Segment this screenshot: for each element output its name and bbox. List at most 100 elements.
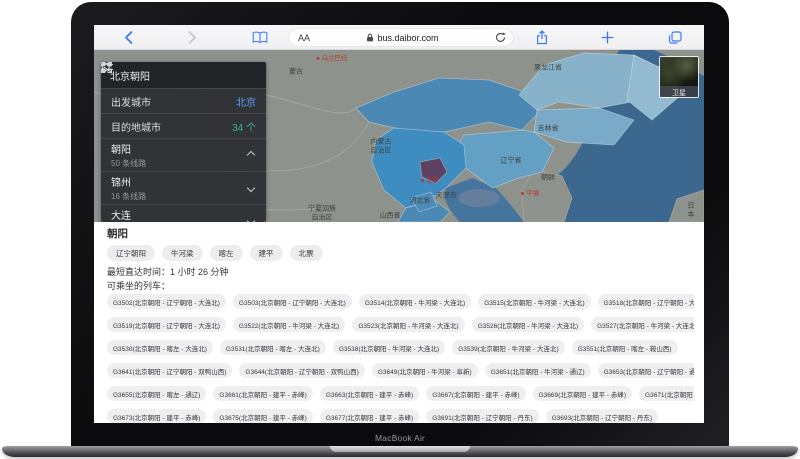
train-pill[interactable]: G3502(北京朝阳 - 辽宁朝阳 - 大连北): [107, 294, 226, 309]
train-pill[interactable]: G3538(北京朝阳 - 牛河梁 - 大连北): [332, 340, 446, 355]
city-text: 锦州 16 条线路: [111, 174, 146, 202]
satellite-view-toggle[interactable]: 卫星: [659, 56, 699, 98]
address-bar[interactable]: AA bus.daibor.com: [289, 29, 513, 46]
trains-label-text: 可乘坐的列车：: [107, 281, 171, 291]
train-row: G3530(北京朝阳 - 喀左 - 大连北) G3531(北京朝阳 - 喀左 - …: [107, 340, 694, 355]
destination-value: 34 个: [232, 122, 256, 134]
train-pill[interactable]: G3518(北京朝阳 - 辽宁朝阳 - 大连北): [597, 294, 694, 309]
sidebar-city-row[interactable]: 朝阳 50 条线路: [101, 138, 266, 171]
train-pill[interactable]: G3523(北京朝阳 - 牛河梁 - 大连北): [352, 317, 465, 332]
train-pill[interactable]: G3526(北京朝阳 - 牛河梁 - 大连北): [471, 317, 585, 332]
train-pill[interactable]: G3641(北京朝阳 - 辽宁朝阳 - 双鸭山西): [107, 363, 233, 378]
departure-value: 北京: [236, 97, 256, 109]
train-pill[interactable]: G3531(北京朝阳 - 喀左 - 大连北): [219, 340, 326, 355]
train-pill[interactable]: G3522(北京朝阳 - 牛河梁 - 大连北): [232, 317, 346, 332]
back-chevron-icon: [124, 31, 132, 44]
city-name: 大连: [111, 211, 131, 222]
departure-city-row[interactable]: 出发城市 北京: [101, 88, 266, 113]
city-text: 朝阳 50 条线路: [111, 141, 146, 169]
train-pill[interactable]: G3667(北京朝阳 - 建平 - 赤峰): [426, 386, 526, 401]
station-tag[interactable]: 建平: [249, 245, 283, 261]
fastest-time-text: 最短直达时间：1 小时 26 分钟: [107, 267, 229, 277]
station-tag-row: 辽宁朝阳 牛河梁 喀左 建平 北票: [107, 245, 694, 261]
train-pill[interactable]: G3693(北京朝阳 - 辽宁朝阳 - 丹东): [545, 409, 659, 423]
station-tag[interactable]: 牛河梁: [162, 245, 203, 261]
reader-button[interactable]: AA: [298, 33, 310, 43]
train-pill[interactable]: G3691(北京朝阳 - 辽宁朝阳 - 丹东): [426, 409, 539, 423]
satellite-label: 卫星: [660, 86, 698, 97]
city-name: 锦州: [111, 178, 131, 189]
train-pill[interactable]: G3655(北京朝阳 - 喀左 - 通辽): [107, 386, 207, 401]
plus-icon: [601, 31, 613, 44]
city-text: 大连18 条线路: [111, 207, 146, 222]
lock-icon: [367, 33, 374, 42]
bookmarks-button[interactable]: [249, 25, 271, 50]
train-pill[interactable]: G3519(北京朝阳 - 辽宁朝阳 - 大连北): [107, 317, 226, 332]
train-pill[interactable]: G3663(北京朝阳 - 建平 - 赤峰): [319, 386, 420, 401]
city-lines-count: 16 条线路: [111, 192, 147, 201]
web-page: 卫星 北京朝阳 出发城市 北京 目的地城市 34 个 朝阳 50 条线路 锦州 …: [94, 50, 704, 423]
train-pill[interactable]: G3671(北京朝阳 - 建平 - 赤峰): [639, 386, 694, 401]
url-domain: bus.daibor.com: [377, 32, 439, 43]
reload-icon: [496, 32, 506, 42]
train-pill[interactable]: G3644(北京朝阳 - 辽宁朝阳 - 双鸭山西): [239, 363, 365, 378]
train-row: G3641(北京朝阳 - 辽宁朝阳 - 双鸭山西) G3644(北京朝阳 - 辽宁…: [107, 363, 694, 378]
url-text: bus.daibor.com: [310, 33, 495, 43]
share-button[interactable]: [532, 25, 552, 50]
panel-title: 北京朝阳: [110, 71, 150, 83]
train-pill[interactable]: G3677(北京朝阳 - 建平 - 赤峰): [319, 409, 420, 423]
station-tag[interactable]: 喀左: [209, 245, 243, 261]
city-lines-count: 50 条线路: [111, 159, 147, 168]
laptop-lid-notch: [330, 446, 470, 452]
train-pill[interactable]: G3673(北京朝阳 - 建平 - 赤峰): [107, 409, 207, 423]
browser-toolbar: AA bus.daibor.com: [94, 25, 704, 50]
destination-city-list: 朝阳 50 条线路锦州 16 条线路大连18 条线路: [101, 138, 266, 222]
train-pill[interactable]: G3649(北京朝阳 - 牛河梁 - 阜新): [371, 363, 478, 378]
train-row: G3519(北京朝阳 - 辽宁朝阳 - 大连北) G3522(北京朝阳 - 牛河梁…: [107, 317, 694, 332]
train-row: G3655(北京朝阳 - 喀左 - 通辽) G3661(北京朝阳 - 建平 - 赤…: [107, 386, 694, 401]
station-tag[interactable]: 辽宁朝阳: [107, 245, 155, 261]
train-list: G3502(北京朝阳 - 辽宁朝阳 - 大连北) G3503(北京朝阳 - 辽宁朝…: [107, 294, 694, 423]
book-icon: [252, 31, 268, 44]
screen: AA bus.daibor.com 卫星 北京朝阳 出发城市 北京 目的地城市 …: [94, 25, 704, 423]
forward-chevron-icon: [188, 31, 196, 44]
grid-icon[interactable]: [101, 62, 112, 73]
forward-button[interactable]: [182, 25, 202, 50]
satellite-thumbnail: [660, 57, 698, 86]
train-pill[interactable]: G3539(北京朝阳 - 牛河梁 - 大连北): [452, 340, 565, 355]
share-icon: [537, 30, 547, 45]
train-pill[interactable]: G3675(北京朝阳 - 建平 - 赤峰): [213, 409, 313, 423]
train-pill[interactable]: G3527(北京朝阳 - 牛河梁 - 大连北): [591, 317, 694, 332]
back-button[interactable]: [118, 25, 138, 50]
sidebar-city-row[interactable]: 锦州 16 条线路: [101, 171, 266, 204]
train-row: G3673(北京朝阳 - 建平 - 赤峰) G3675(北京朝阳 - 建平 - 赤…: [107, 409, 694, 423]
city-name: 朝阳: [111, 145, 131, 156]
train-pill[interactable]: G3669(北京朝阳 - 建平 - 赤峰): [532, 386, 633, 401]
train-pill[interactable]: G3530(北京朝阳 - 喀左 - 大连北): [107, 340, 213, 355]
destination-label: 目的地城市: [111, 122, 161, 134]
reload-button[interactable]: [495, 32, 506, 43]
train-pill[interactable]: G3653(北京朝阳 - 辽宁朝阳 - 通辽): [597, 363, 694, 378]
tab-overview-button[interactable]: [664, 25, 686, 50]
route-filter-panel: 北京朝阳 出发城市 北京 目的地城市 34 个 朝阳 50 条线路 锦州 16 条线路…: [101, 62, 266, 222]
city-detail-section: 朝阳 辽宁朝阳 牛河梁 喀左 建平 北票 最短直达时间：1 小时 26 分钟 可乘坐的列…: [94, 222, 704, 423]
train-pill[interactable]: G3661(北京朝阳 - 建平 - 赤峰): [213, 386, 313, 401]
train-pill[interactable]: G3651(北京朝阳 - 牛河梁 - 通辽): [484, 363, 591, 378]
train-pill[interactable]: G3515(北京朝阳 - 牛河梁 - 大连北): [478, 294, 591, 309]
device-brand-label: MacBook Air: [375, 433, 425, 443]
chevron-up-icon[interactable]: [246, 150, 256, 160]
departure-label: 出发城市: [111, 97, 151, 109]
train-pill[interactable]: G3503(北京朝阳 - 辽宁朝阳 - 大连北): [232, 294, 352, 309]
destination-count-row[interactable]: 目的地城市 34 个: [101, 113, 266, 138]
new-tab-button[interactable]: [597, 25, 617, 50]
train-pill[interactable]: G3514(北京朝阳 - 牛河梁 - 大连北): [358, 294, 472, 309]
station-tag[interactable]: 北票: [289, 245, 323, 261]
tabs-icon: [668, 31, 682, 44]
city-heading: 朝阳: [107, 228, 128, 240]
sidebar-city-row[interactable]: 大连18 条线路: [101, 204, 266, 222]
train-pill[interactable]: G3551(北京朝阳 - 喀左 - 鞍山西): [571, 340, 678, 355]
panel-header: 北京朝阳: [101, 62, 266, 88]
chevron-down-icon[interactable]: [246, 183, 256, 193]
china-map[interactable]: 卫星 北京朝阳 出发城市 北京 目的地城市 34 个 朝阳 50 条线路 锦州 …: [94, 50, 704, 222]
chevron-down-icon[interactable]: [246, 216, 256, 222]
